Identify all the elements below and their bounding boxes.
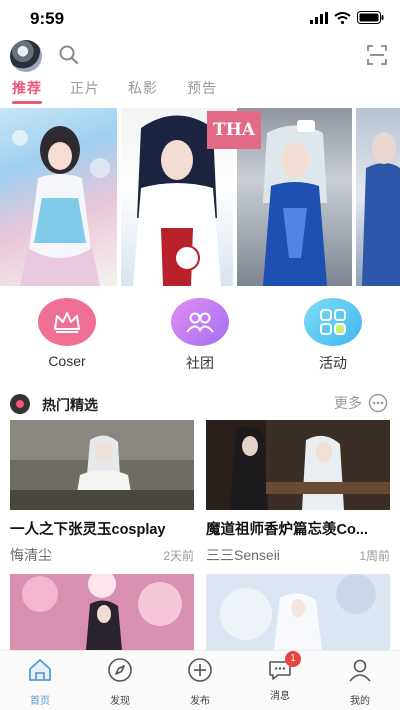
tab-home[interactable]: 首页 xyxy=(10,657,70,707)
tab-private-shoots[interactable]: 私影 xyxy=(128,78,158,98)
signal-icon xyxy=(310,11,328,24)
tab-publish-label: 发布 xyxy=(190,696,210,707)
tab-profile-label: 我的 xyxy=(350,696,370,707)
message-icon-wrap: 1 xyxy=(267,651,301,683)
plus-icon xyxy=(188,658,212,682)
home-icon xyxy=(29,659,51,681)
tab-home-label: 首页 xyxy=(30,696,50,707)
banner-logo-badge: THA xyxy=(207,111,261,149)
activity-circle xyxy=(304,298,362,346)
crown-icon xyxy=(54,312,80,333)
feed-card[interactable] xyxy=(206,574,390,650)
card-meta: 三三Senseii 1周前 xyxy=(206,545,390,565)
search-icon[interactable] xyxy=(58,44,80,66)
activity-label: 活动 xyxy=(319,355,347,371)
category-shortcuts: Coser 社团 活动 xyxy=(0,298,400,372)
card-thumbnail[interactable] xyxy=(206,574,390,650)
tab-discover-label: 发现 xyxy=(110,696,130,707)
card-thumbnail[interactable] xyxy=(10,420,194,510)
club-shortcut[interactable]: 社团 xyxy=(160,298,240,373)
card-author[interactable]: 悔清尘 xyxy=(10,545,52,565)
card-thumbnail-art xyxy=(206,420,390,510)
coser-shortcut[interactable]: Coser xyxy=(27,298,107,369)
tab-profile[interactable]: 我的 xyxy=(330,657,390,707)
club-circle xyxy=(171,298,229,346)
club-label: 社团 xyxy=(186,355,214,371)
banner-photo[interactable] xyxy=(356,108,400,286)
banner-photo-art xyxy=(12,126,110,286)
card-time: 1周前 xyxy=(359,549,390,563)
scan-icon[interactable] xyxy=(366,44,388,66)
wifi-icon xyxy=(334,11,351,24)
status-time: 9:59 xyxy=(30,9,65,28)
status-icons xyxy=(310,11,384,24)
card-thumbnail[interactable] xyxy=(206,420,390,510)
feed-card[interactable]: 一人之下张灵玉cosplay 悔清尘 2天前 xyxy=(10,420,194,565)
tab-episodes[interactable]: 正片 xyxy=(70,78,100,98)
card-time: 2天前 xyxy=(163,549,194,563)
coser-circle xyxy=(38,298,96,346)
tab-previews[interactable]: 预告 xyxy=(187,78,217,98)
activity-shortcut[interactable]: 活动 xyxy=(293,298,373,373)
card-thumbnail-art xyxy=(10,574,194,650)
unread-badge: 1 xyxy=(285,651,301,667)
battery-icon xyxy=(357,11,384,24)
section-title: 热门精选 xyxy=(42,397,98,413)
coser-label: Coser xyxy=(48,353,86,369)
bottom-tab-bar: 首页 发现 发布 1 消息 我的 xyxy=(0,650,400,710)
banner-carousel[interactable] xyxy=(0,108,400,286)
tab-recommend[interactable]: 推荐 xyxy=(12,78,42,98)
more-button[interactable]: 更多 xyxy=(334,393,388,413)
featured-section-header: 热门精选 更多 xyxy=(0,390,400,416)
card-title[interactable]: 一人之下张灵玉cosplay xyxy=(10,518,194,539)
avatar[interactable] xyxy=(10,40,42,72)
feed-card[interactable] xyxy=(10,574,194,650)
tab-discover[interactable]: 发现 xyxy=(90,657,150,707)
tab-underline xyxy=(12,101,42,104)
grid-icon xyxy=(320,309,346,335)
banner-photo[interactable] xyxy=(0,108,117,286)
group-icon xyxy=(186,312,214,333)
top-bar xyxy=(0,38,400,72)
banner-photo-art xyxy=(362,132,400,286)
tab-publish[interactable]: 发布 xyxy=(170,657,230,707)
card-author[interactable]: 三三Senseii xyxy=(206,545,280,565)
record-icon xyxy=(10,394,30,414)
category-tabs: 推荐 正片 私影 预告 xyxy=(0,78,400,104)
card-title[interactable]: 魔道祖师香炉篇忘羡Co... xyxy=(206,518,390,539)
tab-messages[interactable]: 1 消息 xyxy=(250,651,310,702)
feed-card[interactable]: 魔道祖师香炉篇忘羡Co... 三三Senseii 1周前 xyxy=(206,420,390,565)
more-dots-icon xyxy=(368,393,388,413)
card-thumbnail-art xyxy=(10,420,194,510)
card-meta: 悔清尘 2天前 xyxy=(10,545,194,565)
more-label: 更多 xyxy=(334,395,362,411)
user-icon xyxy=(349,659,371,682)
tab-messages-label: 消息 xyxy=(270,691,290,702)
card-thumbnail-art xyxy=(206,574,390,650)
compass-icon xyxy=(108,658,132,682)
status-bar: 9:59 xyxy=(0,0,400,36)
card-thumbnail[interactable] xyxy=(10,574,194,650)
